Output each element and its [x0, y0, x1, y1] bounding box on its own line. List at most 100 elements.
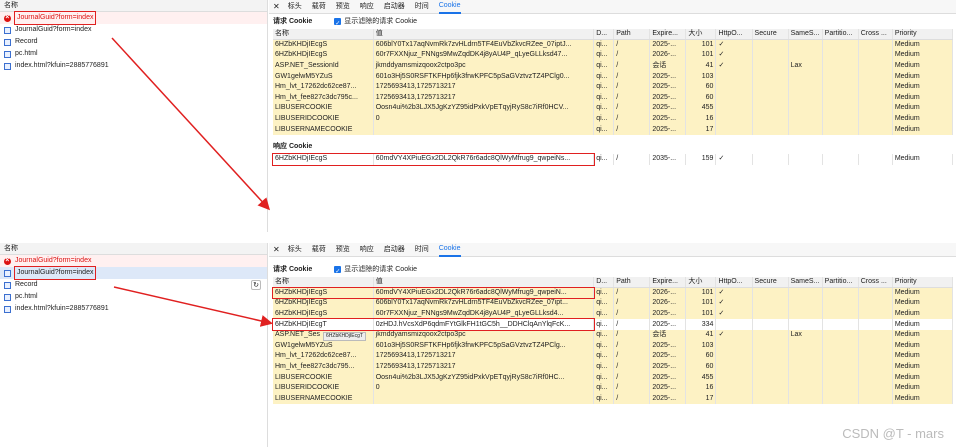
cookie-cell: 606blY0Tx17aqNvmRk7zvHLdrn5TF4EuVbZkvcRZ…: [373, 298, 595, 309]
column-header[interactable]: 大小: [685, 277, 717, 289]
cookie-row[interactable]: 6HZbKHDjIEcgS 60r7FXXNjuz_FNNgs9MwZqdDK4j…: [273, 50, 954, 61]
request-list-item[interactable]: index.html?kfuin=2885776891: [0, 60, 267, 72]
cookie-row[interactable]: GW1gelwM5YZuS 601o3Hj5S0RSFTKFHp6fjk3frwK…: [273, 340, 954, 352]
cookie-cell: [822, 153, 859, 165]
column-header[interactable]: Path: [613, 277, 651, 289]
cookie-cell: [788, 361, 823, 373]
cookie-row[interactable]: LIBUSERIDCOOKIE 0 qi.../2025-... 16 Medium: [273, 382, 954, 394]
tab-6[interactable]: Cookie: [438, 242, 461, 257]
cookie-cell: [788, 340, 823, 352]
cookie-cell: 2026-...: [649, 50, 687, 61]
cookie-cell: 2025-...: [649, 92, 687, 104]
cookie-cell: Medium: [892, 372, 954, 383]
column-header[interactable]: HttpO...: [715, 277, 753, 289]
request-list-item[interactable]: pc.html: [0, 291, 267, 303]
column-header[interactable]: Priority: [892, 277, 954, 289]
cookie-cell: 17: [685, 124, 717, 135]
cookie-cell: qi...: [593, 329, 615, 341]
cookie-cell: Medium: [892, 153, 954, 165]
cookie-row[interactable]: ASP.NET_SessionId jkmddyamsmizqoox2ctpo3p…: [273, 60, 954, 72]
cookie-row[interactable]: Hm_lvt_fee827c3dc795c... 1725693413,17257…: [273, 92, 954, 104]
reload-icon[interactable]: ↻: [251, 280, 261, 290]
cookie-cell: qi...: [593, 308, 615, 320]
column-header[interactable]: Secure: [752, 277, 789, 289]
cookie-cell: 41: [685, 329, 717, 341]
request-list-item[interactable]: JournalGuid?form=index: [0, 11, 267, 25]
column-header[interactable]: SameS...: [788, 277, 823, 289]
request-list-item[interactable]: Record: [0, 36, 267, 48]
cookie-row[interactable]: LIBUSERCOOKIE Oosn4ui%2b3LJX5JgKzYZ95idPx…: [273, 372, 954, 383]
cookie-row[interactable]: 6HZbKHDjIEcgS 606blY0Tx17aqNvmRk7zvHLdrn5…: [273, 39, 954, 51]
cookie-row[interactable]: LIBUSERIDCOOKIE 0 qi.../2025-... 16 Medium: [273, 113, 954, 125]
cookie-cell: [822, 113, 859, 125]
error-icon: [4, 12, 11, 24]
cookie-row[interactable]: 6HZbKHDjIEcgS 60mdVY4XPiuEGx2DL2QkR76r6ad…: [273, 153, 954, 165]
request-list-item[interactable]: pc.html: [0, 48, 267, 60]
tab-4[interactable]: 启动器: [384, 243, 405, 256]
cookie-cell: [788, 298, 823, 309]
request-list-header: 名称: [0, 0, 267, 12]
tab-2[interactable]: 预览: [336, 0, 350, 13]
cookie-row[interactable]: Hm_lvt_fee827c3dc795... 1725693413,172571…: [273, 361, 954, 373]
column-header[interactable]: 名称: [273, 277, 374, 289]
cookie-cell: [788, 71, 823, 82]
tab-3[interactable]: 响应: [360, 243, 374, 256]
checkbox-checked-icon[interactable]: [334, 17, 342, 32]
column-header[interactable]: Expire...: [649, 277, 687, 289]
cookie-cell: Hm_lvt_fee827c3dc795c...: [273, 92, 374, 104]
cookie-cell: [788, 382, 823, 394]
tab-2[interactable]: 预览: [336, 243, 350, 256]
cookie-row[interactable]: LIBUSERNAMECOOKIE qi.../2025-... 17 Medium: [273, 393, 954, 405]
request-list-item[interactable]: JournalGuid?form=index: [0, 266, 267, 280]
tab-6[interactable]: Cookie: [438, 0, 461, 14]
column-header[interactable]: Path: [613, 29, 651, 41]
column-header[interactable]: Priority: [892, 29, 954, 41]
cookie-row[interactable]: 6HZbKHDjIEcgT 0zHDJ.hVcsXdP6qdmFYtGlkFH1t…: [273, 319, 954, 330]
column-header[interactable]: 值: [373, 29, 595, 41]
tab-3[interactable]: 响应: [360, 0, 374, 13]
column-header[interactable]: D...: [593, 277, 615, 289]
tab-5[interactable]: 时间: [415, 0, 429, 13]
close-icon[interactable]: ✕: [273, 0, 280, 13]
cookie-row[interactable]: 6HZbKHDjIEcgS 606blY0Tx17aqNvmRk7zvHLdrn5…: [273, 298, 954, 309]
column-header[interactable]: Secure: [752, 29, 789, 41]
tab-1[interactable]: 载荷: [312, 243, 326, 256]
cookie-row[interactable]: GW1gelwM5YZuS 601o3Hj5S0RSFTKFHp6fjk3frwK…: [273, 71, 954, 82]
request-list-item[interactable]: JournalGuid?form=index: [0, 24, 267, 36]
cookie-cell: 60r7FXXNjuz_FNNgs9MwZqdDK4j8yAU4P_qLyeGL…: [373, 50, 595, 61]
request-list-item[interactable]: index.html?kfuin=2885776891: [0, 303, 267, 315]
column-header[interactable]: Partitio...: [822, 277, 859, 289]
request-list-item[interactable]: JournalGuid?form=index: [0, 255, 267, 267]
cookie-row[interactable]: LIBUSERNAMECOOKIE qi.../2025-... 17 Medium: [273, 124, 954, 135]
column-header[interactable]: 大小: [685, 29, 717, 41]
cookie-row[interactable]: Hm_lvt_17262dc62ce87... 1725693413,172571…: [273, 351, 954, 362]
request-list-item[interactable]: Record ↻: [0, 279, 267, 291]
close-icon[interactable]: ✕: [273, 243, 280, 256]
cookie-cell: 101: [685, 39, 717, 51]
cookie-row[interactable]: 6HZbKHDjIEcgS 60r7FXXNjuz_FNNgs9MwZqdDK4j…: [273, 308, 954, 320]
cookie-row[interactable]: Hm_lvt_17262dc62ce87... 1725693413,172571…: [273, 81, 954, 93]
column-header[interactable]: HttpO...: [715, 29, 753, 41]
cookie-cell: 2025-...: [649, 71, 687, 82]
column-header[interactable]: Cross ...: [858, 277, 893, 289]
column-header[interactable]: 值: [373, 277, 595, 289]
column-header[interactable]: 名称: [273, 29, 374, 41]
cookie-cell: [858, 153, 893, 165]
tab-4[interactable]: 启动器: [384, 0, 405, 13]
cookie-row[interactable]: 6HZbKHDjIEcgS 60mdVY4XPiuEGx2DL2QkR76r6ad…: [273, 287, 954, 299]
column-header[interactable]: Expire...: [649, 29, 687, 41]
tab-1[interactable]: 载荷: [312, 0, 326, 13]
checkbox-checked-icon[interactable]: [334, 265, 342, 280]
column-header[interactable]: SameS...: [788, 29, 823, 41]
show-filtered-checkbox[interactable]: 显示滤除的请求 Cookie: [334, 262, 417, 280]
column-header[interactable]: Cross ...: [858, 29, 893, 41]
tab-0[interactable]: 标头: [288, 0, 302, 13]
column-header[interactable]: Partitio...: [822, 29, 859, 41]
show-filtered-checkbox[interactable]: 显示滤除的请求 Cookie: [334, 14, 417, 32]
column-header[interactable]: D...: [593, 29, 615, 41]
cookie-cell: 103: [685, 71, 717, 82]
tab-5[interactable]: 时间: [415, 243, 429, 256]
cookie-row[interactable]: LIBUSERCOOKIE Oosn4ui%2b3LJX5JgKzYZ95idPx…: [273, 103, 954, 114]
cookie-row[interactable]: ASP.NET_Ses jkmddyamsmizqoox2ctpo3pc qi...…: [273, 329, 954, 341]
tab-0[interactable]: 标头: [288, 243, 302, 256]
